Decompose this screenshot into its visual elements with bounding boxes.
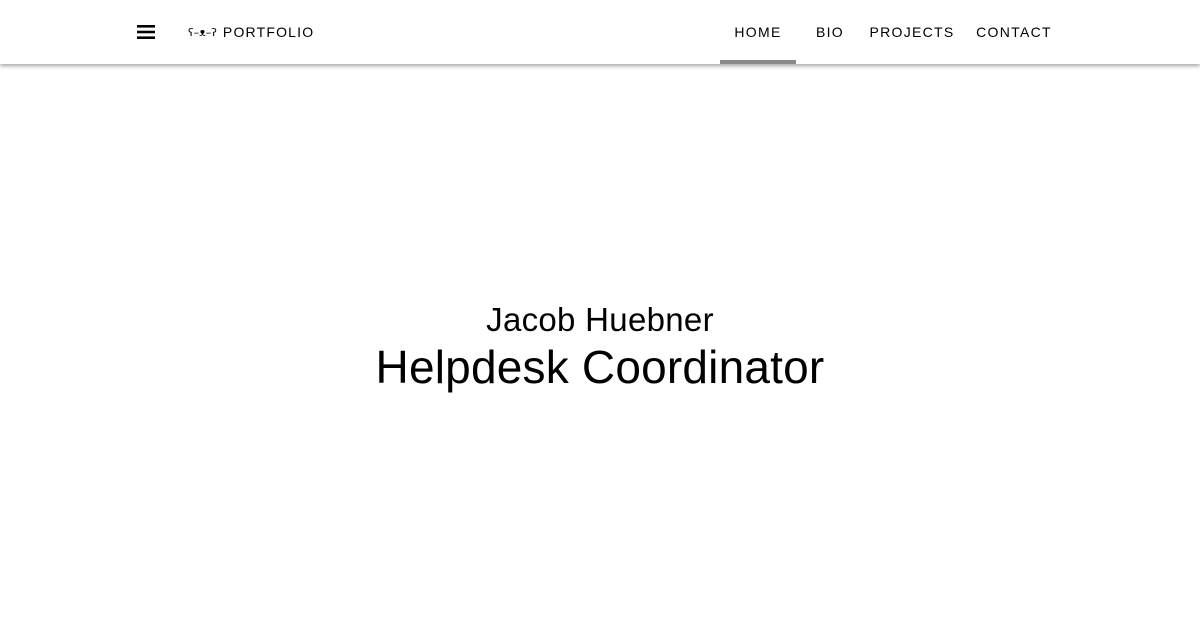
brand-emoticon: ʕ–ᴥ–ʔ (188, 25, 217, 39)
main-nav: HOME BIO PROJECTS CONTACT (720, 0, 1068, 64)
tab-projects[interactable]: PROJECTS (864, 0, 960, 64)
brand-label: PORTFOLIO (222, 24, 315, 40)
hero-name: Jacob Huebner (486, 301, 714, 338)
hero-job-title: Helpdesk Coordinator (375, 341, 825, 393)
tab-home[interactable]: HOME (720, 0, 796, 64)
hero-section: Jacob Huebner Helpdesk Coordinator (0, 64, 1200, 627)
tab-contact[interactable]: CONTACT (960, 0, 1068, 64)
tab-bio[interactable]: BIO (796, 0, 864, 64)
top-app-bar: ʕ–ᴥ–ʔ PORTFOLIO HOME BIO PROJECTS CONTAC… (0, 0, 1200, 64)
brand-link[interactable]: ʕ–ᴥ–ʔ PORTFOLIO (188, 0, 314, 64)
menu-button[interactable] (128, 14, 164, 50)
hamburger-menu-icon (137, 25, 155, 39)
